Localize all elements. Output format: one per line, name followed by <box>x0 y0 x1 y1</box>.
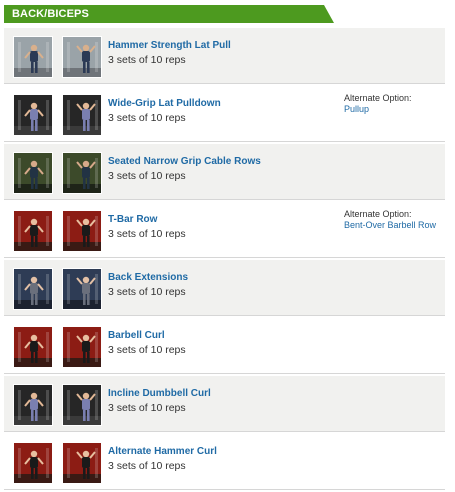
exercise-sets: 3 sets of 10 reps <box>108 344 186 356</box>
exercise-name-link[interactable]: Seated Narrow Grip Cable Rows <box>108 156 261 167</box>
exercise-row: Incline Dumbbell Curl 3 sets of 10 reps <box>4 376 445 432</box>
alternate-option: Alternate Option: Pullup <box>344 93 412 115</box>
exercise-row: Barbell Curl 3 sets of 10 reps <box>4 318 445 374</box>
exercise-row: Hammer Strength Lat Pull 3 sets of 10 rep… <box>4 28 445 84</box>
alternate-option-link[interactable]: Pullup <box>344 104 412 115</box>
exercise-thumbnail-2[interactable] <box>62 210 102 252</box>
exercise-name-link[interactable]: Hammer Strength Lat Pull <box>108 40 231 51</box>
exercise-row: Alternate Hammer Curl 3 sets of 10 reps <box>4 434 445 490</box>
exercise-thumbnail-2[interactable] <box>62 268 102 310</box>
exercise-name-link[interactable]: T-Bar Row <box>108 214 157 225</box>
exercise-sets: 3 sets of 10 reps <box>108 54 186 66</box>
exercise-thumbnail-1[interactable] <box>13 442 53 484</box>
exercise-name-link[interactable]: Wide-Grip Lat Pulldown <box>108 98 221 109</box>
exercise-thumbnail-1[interactable] <box>13 36 53 78</box>
exercise-thumbnail-1[interactable] <box>13 268 53 310</box>
alternate-option-label: Alternate Option: <box>344 93 412 103</box>
exercise-sets: 3 sets of 10 reps <box>108 460 186 472</box>
exercise-thumbnail-1[interactable] <box>13 326 53 368</box>
exercise-thumbnail-1[interactable] <box>13 210 53 252</box>
exercise-thumbnail-2[interactable] <box>62 384 102 426</box>
exercise-row: Seated Narrow Grip Cable Rows 3 sets of 1… <box>4 144 445 200</box>
exercise-name-link[interactable]: Incline Dumbbell Curl <box>108 388 211 399</box>
exercise-thumbnail-2[interactable] <box>62 326 102 368</box>
exercise-thumbnail-2[interactable] <box>62 442 102 484</box>
exercise-list: Hammer Strength Lat Pull 3 sets of 10 rep… <box>4 28 445 492</box>
exercise-row: Wide-Grip Lat Pulldown 3 sets of 10 reps A… <box>4 86 445 142</box>
alternate-option-link[interactable]: Bent-Over Barbell Row <box>344 220 436 231</box>
alternate-option: Alternate Option: Bent-Over Barbell Row <box>344 209 436 231</box>
exercise-sets: 3 sets of 10 reps <box>108 170 186 182</box>
exercise-thumbnail-1[interactable] <box>13 94 53 136</box>
exercise-thumbnail-2[interactable] <box>62 94 102 136</box>
exercise-sets: 3 sets of 10 reps <box>108 402 186 414</box>
exercise-sets: 3 sets of 10 reps <box>108 286 186 298</box>
exercise-name-link[interactable]: Alternate Hammer Curl <box>108 446 217 457</box>
alternate-option-label: Alternate Option: <box>344 209 412 219</box>
exercise-name-link[interactable]: Barbell Curl <box>108 330 165 341</box>
exercise-thumbnail-2[interactable] <box>62 152 102 194</box>
exercise-name-link[interactable]: Back Extensions <box>108 272 188 283</box>
exercise-thumbnail-2[interactable] <box>62 36 102 78</box>
exercise-row: Back Extensions 3 sets of 10 reps <box>4 260 445 316</box>
section-header: BACK/BICEPS <box>4 5 334 23</box>
exercise-thumbnail-1[interactable] <box>13 152 53 194</box>
section-title: BACK/BICEPS <box>12 8 89 20</box>
exercise-row: T-Bar Row 3 sets of 10 reps Alternate Opti… <box>4 202 445 258</box>
exercise-thumbnail-1[interactable] <box>13 384 53 426</box>
exercise-sets: 3 sets of 10 reps <box>108 228 186 240</box>
exercise-sets: 3 sets of 10 reps <box>108 112 186 124</box>
